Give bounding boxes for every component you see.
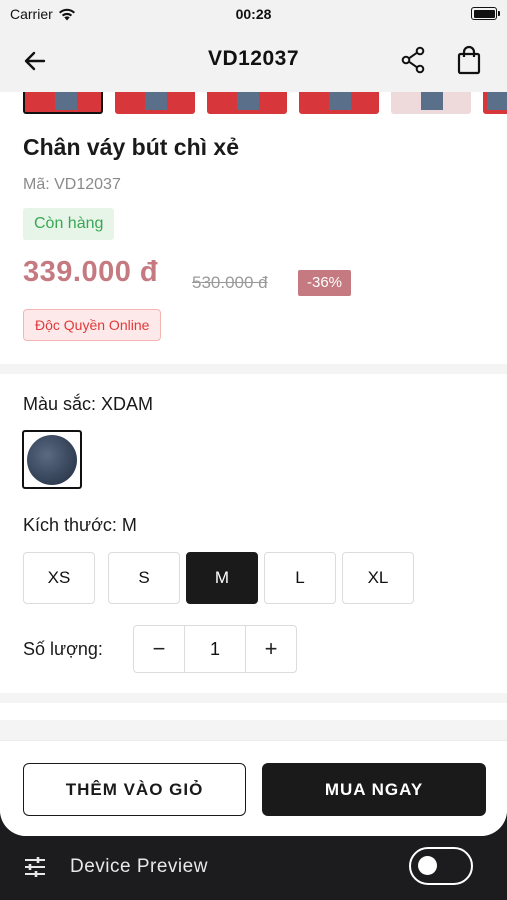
quantity-value[interactable]: 1 bbox=[184, 626, 246, 672]
product-thumbnail[interactable] bbox=[299, 92, 379, 114]
app-screen: Carrier 00:28 VD12037 Chân váy bút chì x… bbox=[0, 0, 507, 836]
shopping-bag-icon[interactable] bbox=[456, 45, 482, 75]
product-sku: Mã: VD12037 bbox=[23, 176, 121, 193]
size-label: Kích thước: M bbox=[23, 515, 137, 535]
increase-quantity-button[interactable]: + bbox=[246, 626, 296, 672]
exclusive-online-badge: Độc Quyền Online bbox=[23, 309, 162, 341]
product-thumbnail[interactable] bbox=[207, 92, 287, 114]
size-option-xs[interactable]: XS bbox=[23, 552, 95, 604]
share-icon[interactable] bbox=[400, 46, 426, 74]
size-option-s[interactable]: S bbox=[108, 552, 180, 604]
product-name: Chân váy bút chì xẻ bbox=[23, 134, 240, 160]
device-preview-toggle[interactable] bbox=[409, 847, 473, 885]
color-label: Màu sắc: XDAM bbox=[23, 394, 154, 414]
color-swatch[interactable] bbox=[22, 430, 82, 489]
product-thumbnail[interactable] bbox=[391, 92, 471, 114]
status-bar: Carrier 00:28 bbox=[0, 0, 507, 30]
current-price: 339.000 đ bbox=[23, 256, 159, 288]
action-bar: THÊM VÀO GIỎ MUA NGAY bbox=[0, 740, 507, 836]
size-option-xl[interactable]: XL bbox=[342, 552, 414, 604]
discount-badge: -36% bbox=[298, 270, 352, 296]
sliders-icon[interactable] bbox=[23, 855, 47, 879]
device-preview-bar: Device Preview bbox=[0, 836, 507, 900]
buy-now-button[interactable]: MUA NGAY bbox=[262, 763, 486, 816]
page-title: VD12037 bbox=[207, 47, 300, 70]
size-option-m[interactable]: M bbox=[186, 552, 258, 604]
product-thumbnail[interactable] bbox=[483, 92, 507, 114]
add-to-cart-button[interactable]: THÊM VÀO GIỎ bbox=[23, 763, 246, 816]
size-option-l[interactable]: L bbox=[264, 552, 336, 604]
section-divider bbox=[0, 720, 507, 740]
device-preview-label: Device Preview bbox=[70, 856, 208, 877]
top-nav: VD12037 bbox=[0, 30, 507, 92]
original-price: 530.000 đ bbox=[192, 273, 268, 292]
stock-badge: Còn hàng bbox=[23, 208, 115, 240]
decrease-quantity-button[interactable]: − bbox=[134, 626, 184, 672]
battery-icon bbox=[471, 7, 500, 20]
quantity-label: Số lượng: bbox=[23, 639, 103, 659]
product-thumbnail[interactable] bbox=[115, 92, 195, 114]
section-divider bbox=[0, 364, 507, 374]
image-thumbnail-strip[interactable] bbox=[0, 92, 507, 114]
section-divider bbox=[0, 693, 507, 703]
clock: 00:28 bbox=[235, 6, 272, 22]
quantity-stepper: − 1 + bbox=[133, 625, 297, 673]
product-thumbnail[interactable] bbox=[23, 92, 103, 114]
